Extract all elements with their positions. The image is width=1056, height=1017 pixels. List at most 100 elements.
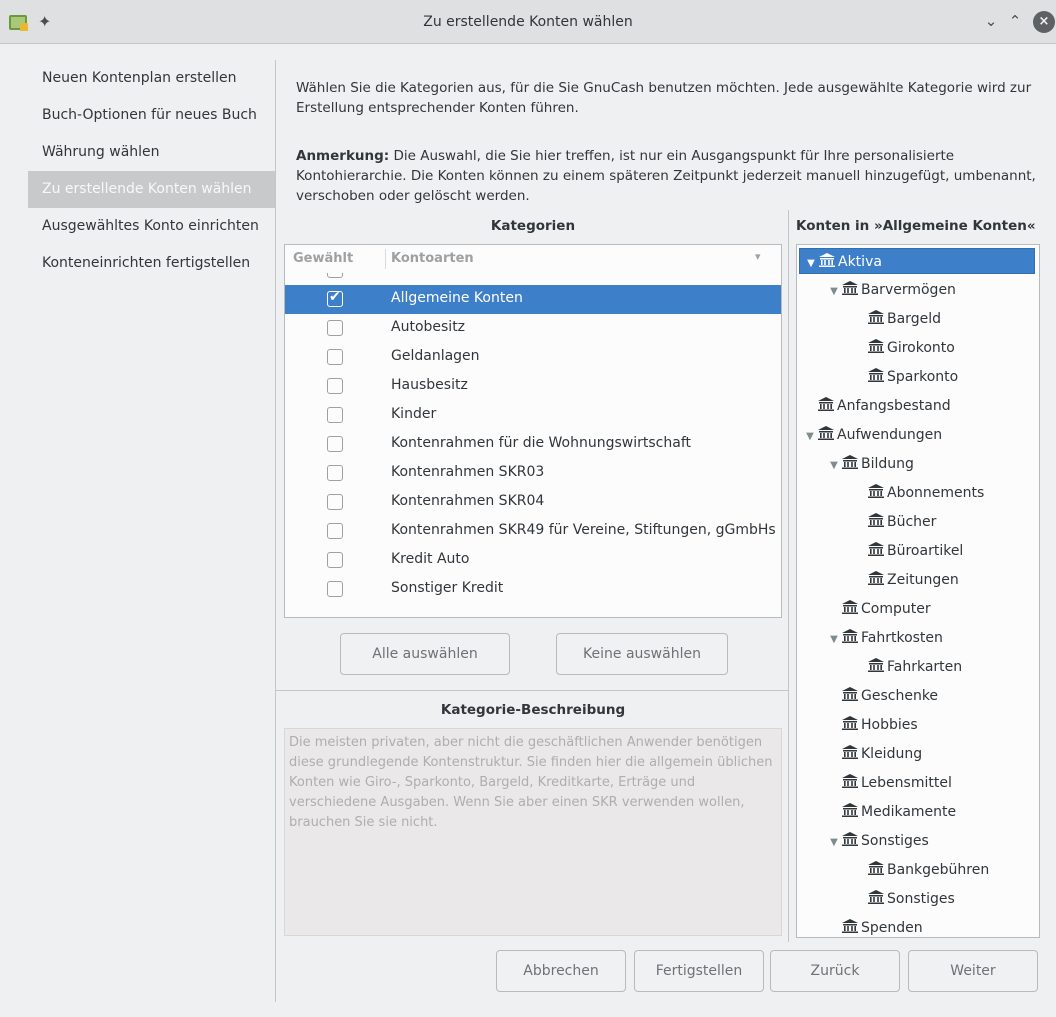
account-tree-node[interactable]: ▼ Bildung (827, 451, 914, 477)
expander-down-icon[interactable]: ▼ (803, 424, 817, 450)
close-icon[interactable]: × (1033, 11, 1055, 33)
account-label: Bücher (887, 514, 937, 530)
account-tree-node[interactable]: Sonstiges (853, 886, 955, 912)
account-tree-node[interactable]: Bankgebühren (853, 857, 989, 883)
finish-button[interactable]: Fertigstellen (634, 950, 764, 992)
account-tree-node[interactable]: Zeitungen (853, 567, 959, 593)
bank-icon (817, 423, 835, 440)
account-tree-node[interactable]: ▼ Aufwendungen (803, 422, 942, 448)
assistant-steps-sidebar: Neuen Kontenplan erstellen Buch-Optionen … (28, 60, 276, 1002)
cancel-button[interactable]: Abbrechen (496, 950, 626, 992)
column-separator (385, 249, 386, 269)
description-text: Die meisten privaten, aber nicht die ges… (284, 728, 782, 936)
expander-down-icon[interactable]: ▼ (827, 279, 841, 305)
category-checkbox[interactable] (327, 552, 343, 568)
category-row[interactable]: Kontenrahmen für die Wohnungswirtschaft (285, 430, 781, 459)
category-checkbox[interactable] (327, 273, 343, 278)
account-tree-node[interactable]: ▼ Fahrtkosten (827, 625, 943, 651)
category-row[interactable]: Kontenrahmen SKR03 (285, 459, 781, 488)
category-row[interactable]: Sonstiger Kredit (285, 575, 781, 604)
sidebar-item[interactable]: Zu erstellende Konten wählen (28, 171, 275, 208)
category-row[interactable]: Kredit Auto (285, 546, 781, 575)
bank-icon (841, 713, 859, 730)
category-checkbox[interactable] (327, 378, 343, 394)
account-tree-node[interactable]: Lebensmittel (827, 770, 952, 796)
category-row[interactable]: ✔ Allgemeine Konten (285, 285, 781, 314)
category-row[interactable]: Autobesitz (285, 314, 781, 343)
maximize-icon[interactable]: ⌃ (1004, 10, 1026, 32)
account-tree-node[interactable]: ▼ Barvermögen (827, 277, 956, 303)
account-tree-node[interactable]: Hobbies (827, 712, 918, 738)
bank-icon (867, 307, 885, 324)
category-row[interactable]: Kinder (285, 401, 781, 430)
sidebar-item[interactable]: Ausgewähltes Konto einrichten (28, 208, 275, 245)
account-tree-node[interactable]: Anfangsbestand (803, 393, 951, 419)
bank-icon (867, 481, 885, 498)
bank-icon (841, 278, 859, 295)
account-tree-node[interactable]: Abonnements (853, 480, 984, 506)
account-tree-node[interactable]: Spenden (827, 915, 923, 937)
category-row[interactable]: Hausbesitz (285, 372, 781, 401)
account-tree-node[interactable]: Computer (827, 596, 931, 622)
expander-down-icon[interactable]: ▼ (804, 251, 818, 277)
category-label: Autobesitz (391, 319, 466, 335)
back-button[interactable]: Zurück (770, 950, 900, 992)
bank-icon (867, 655, 885, 672)
expander-down-icon[interactable]: ▼ (827, 627, 841, 653)
sidebar-item[interactable]: Konteneinrichten fertigstellen (28, 245, 275, 282)
account-tree-node[interactable]: Fahrkarten (853, 654, 962, 680)
bank-icon (867, 539, 885, 556)
account-tree-node[interactable]: Bargeld (853, 306, 941, 332)
sidebar-item[interactable]: Neuen Kontenplan erstellen (28, 60, 275, 97)
account-tree-node[interactable]: ▼ Aktiva (799, 248, 1035, 274)
next-button[interactable]: Weiter (908, 950, 1038, 992)
account-tree-node[interactable]: Geschenke (827, 683, 938, 709)
account-label: Abonnements (887, 485, 985, 501)
bank-icon (841, 452, 859, 469)
bank-icon (867, 510, 885, 527)
bank-icon (841, 829, 859, 846)
category-checkbox[interactable] (327, 407, 343, 423)
account-tree-node[interactable]: Sparkonto (853, 364, 958, 390)
account-label: Sonstiges (861, 833, 929, 849)
category-row[interactable]: Kontenrahmen SKR04 (285, 488, 781, 517)
category-checkbox[interactable] (327, 581, 343, 597)
category-checkbox[interactable] (327, 349, 343, 365)
bank-icon (818, 250, 836, 267)
category-checkbox[interactable]: ✔ (327, 289, 343, 307)
category-row[interactable]: Geldanlagen (285, 343, 781, 372)
account-label: Computer (861, 601, 931, 617)
category-label: Sonstiger Kredit (391, 580, 504, 596)
account-tree-node[interactable]: Bücher (853, 509, 936, 535)
bank-icon (841, 742, 859, 759)
minimize-icon[interactable]: ⌄ (980, 10, 1002, 32)
category-label: Kredit Auto (391, 551, 470, 567)
category-checkbox[interactable] (327, 436, 343, 452)
category-row[interactable]: Aktienhandel (285, 273, 781, 285)
account-tree-node[interactable]: Kleidung (827, 741, 922, 767)
account-tree-node[interactable]: Medikamente (827, 799, 956, 825)
expander-down-icon[interactable]: ▼ (827, 453, 841, 479)
bank-icon (841, 626, 859, 643)
account-tree-node[interactable]: Büroartikel (853, 538, 963, 564)
expander-down-icon[interactable]: ▼ (827, 830, 841, 856)
accounts-header: Konten in »Allgemeine Konten« (796, 218, 1036, 234)
sidebar-item[interactable]: Währung wählen (28, 134, 275, 171)
column-type[interactable]: Kontoarten (391, 251, 474, 266)
account-label: Geschenke (861, 688, 939, 704)
sort-chevron-icon[interactable]: ▾ (755, 250, 761, 263)
bank-icon (841, 800, 859, 817)
category-checkbox[interactable] (327, 494, 343, 510)
category-checkbox[interactable] (327, 465, 343, 481)
column-selected[interactable]: Gewählt (293, 251, 353, 266)
account-tree-node[interactable]: Girokonto (853, 335, 955, 361)
category-checkbox[interactable] (327, 320, 343, 336)
account-tree-node[interactable]: ▼ Sonstiges (827, 828, 929, 854)
account-label: Girokonto (887, 340, 955, 356)
select-none-button[interactable]: Keine auswählen (556, 633, 728, 675)
account-label: Zeitungen (887, 572, 959, 588)
category-row[interactable]: Kontenrahmen SKR49 für Vereine, Stiftung… (285, 517, 781, 546)
select-all-button[interactable]: Alle auswählen (340, 633, 510, 675)
sidebar-item[interactable]: Buch-Optionen für neues Buch (28, 97, 275, 134)
category-checkbox[interactable] (327, 523, 343, 539)
